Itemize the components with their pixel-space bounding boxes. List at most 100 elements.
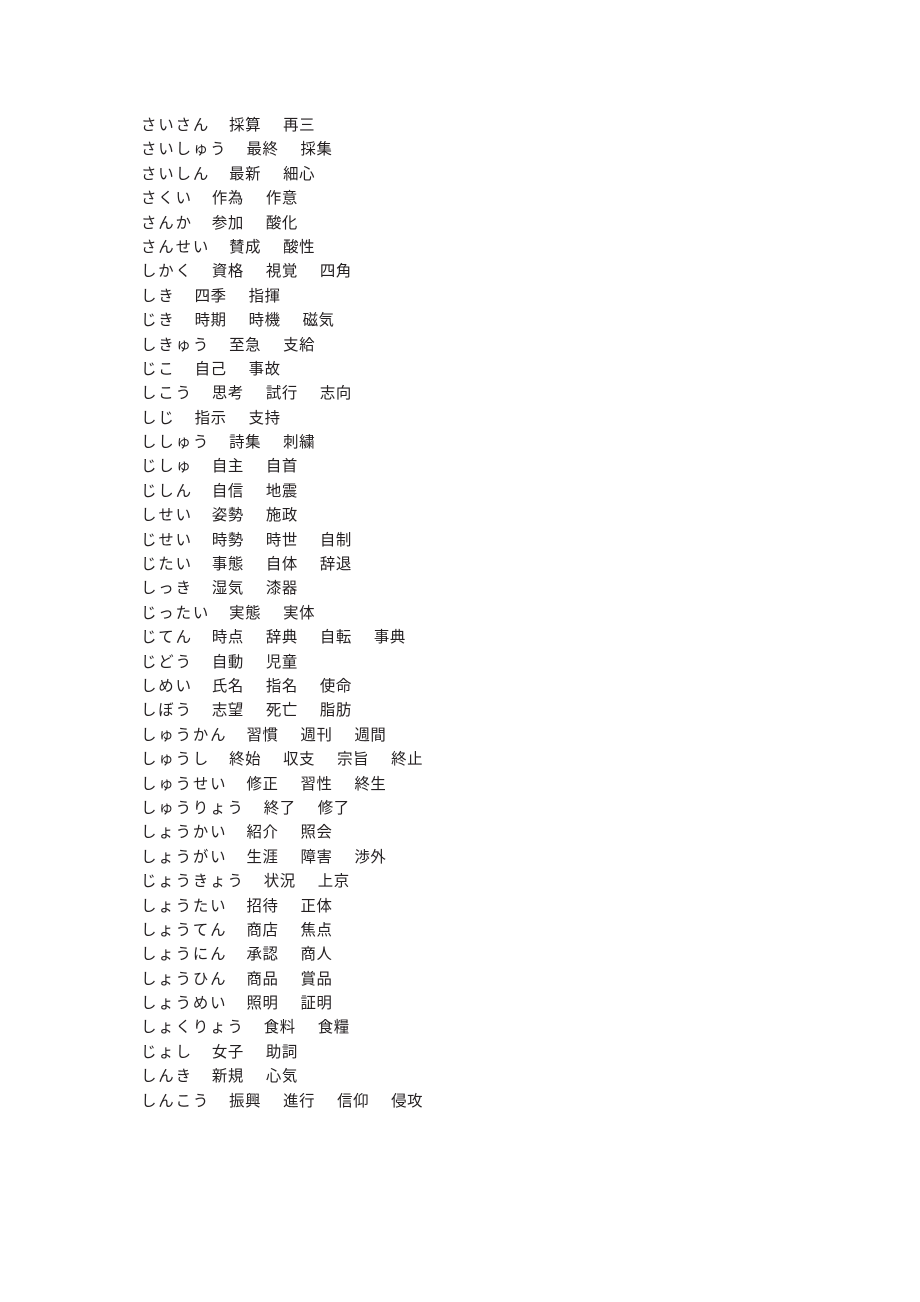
word-entry: しぼう 志望 死亡 脂肪	[141, 698, 841, 722]
entry-separator	[281, 308, 303, 332]
word-entry: しかく 資格 視覚 四角	[141, 259, 841, 283]
entry-term: 四角	[319, 262, 352, 281]
entry-separator	[193, 381, 212, 405]
entry-separator	[244, 259, 266, 283]
entry-term: 磁気	[302, 311, 335, 330]
entry-term: 賞品	[300, 969, 333, 988]
word-entry: じこ 自己 事故	[141, 357, 841, 381]
word-entry: さんか 参加 酸化	[141, 211, 841, 235]
entry-separator	[193, 259, 212, 283]
entry-term: 辞典	[265, 628, 298, 647]
entry-reading: さんせい	[141, 237, 211, 256]
entry-term: 細心	[283, 164, 316, 183]
entry-separator	[193, 479, 212, 503]
entry-term: 作意	[265, 189, 298, 208]
word-entry: じせい 時勢 時世 自制	[141, 528, 841, 552]
entry-term: 習慣	[246, 725, 279, 744]
word-entry: しせい 姿勢 施政	[141, 503, 841, 527]
entry-separator	[193, 528, 212, 552]
entry-separator	[244, 186, 266, 210]
entry-reading: しめい	[141, 676, 193, 695]
word-entry: しきゅう 至急 支給	[141, 333, 841, 357]
word-entry: しょうたい 招待 正体	[141, 894, 841, 918]
entry-term: 児童	[265, 652, 298, 671]
entry-separator	[261, 162, 283, 186]
entry-term: 収支	[283, 750, 316, 769]
entry-term: 週刊	[300, 725, 333, 744]
entry-term: 心気	[265, 1067, 298, 1086]
word-entry: しこう 思考 試行 志向	[141, 381, 841, 405]
entry-term: 自体	[265, 555, 298, 574]
entry-reading: しょうたい	[141, 896, 228, 915]
entry-separator	[193, 625, 212, 649]
entry-term: 支持	[248, 408, 281, 427]
word-entry: しゅうかん 習慣 週刊 週間	[141, 723, 841, 747]
entry-separator	[210, 333, 229, 357]
entry-reading: しょうひん	[141, 969, 228, 988]
entry-separator	[278, 820, 300, 844]
entry-term: 支給	[283, 335, 316, 354]
word-entry: しょうがい 生涯 障害 渉外	[141, 845, 841, 869]
entry-term: 時点	[211, 628, 244, 647]
word-entry: しょうめい 照明 証明	[141, 991, 841, 1015]
entry-term: 自信	[211, 481, 244, 500]
entry-separator	[261, 333, 283, 357]
word-entry: じどう 自動 児童	[141, 650, 841, 674]
entry-separator	[332, 845, 354, 869]
entry-term: 進行	[283, 1091, 316, 1110]
entry-separator	[210, 430, 229, 454]
entry-reading: じどう	[141, 652, 193, 671]
entry-reading: しゅうかん	[141, 725, 228, 744]
entry-separator	[261, 113, 283, 137]
entry-reading: さくい	[141, 189, 193, 208]
entry-separator	[278, 845, 300, 869]
entry-separator	[227, 845, 246, 869]
entry-separator	[298, 625, 320, 649]
entry-separator	[278, 942, 300, 966]
entry-reading: しょうかい	[141, 823, 228, 842]
entry-term: 照明	[246, 994, 279, 1013]
entry-term: 状況	[263, 872, 296, 891]
entry-term: 食糧	[317, 1018, 350, 1037]
entry-reading: さんか	[141, 213, 193, 232]
entry-separator	[227, 918, 246, 942]
entry-separator	[193, 650, 212, 674]
entry-term: 詩集	[229, 433, 262, 452]
document-page: さいさん 採算 再三 さいしゅう 最終 採集 さいしん 最新 細心 さくい 作為 作意…	[0, 0, 920, 1302]
entry-reading: しせい	[141, 506, 193, 525]
entry-separator	[244, 552, 266, 576]
entry-term: 使命	[319, 676, 352, 695]
entry-term: 試行	[265, 384, 298, 403]
entry-term: 招待	[246, 896, 279, 915]
word-entry: しょうにん 承認 商人	[141, 942, 841, 966]
entry-term: 資格	[211, 262, 244, 281]
word-entry: じょし 女子 助詞	[141, 1040, 841, 1064]
entry-reading: しょうがい	[141, 847, 228, 866]
entry-term: 指示	[194, 408, 227, 427]
entry-term: 指揮	[248, 286, 281, 305]
entry-separator	[176, 308, 195, 332]
entry-reading: しき	[141, 286, 176, 305]
entry-reading: じこ	[141, 359, 176, 378]
word-entry: しっき 湿気 漆器	[141, 576, 841, 600]
entry-separator	[227, 308, 249, 332]
entry-separator	[245, 796, 264, 820]
entry-term: 終了	[263, 798, 296, 817]
entry-separator	[298, 381, 320, 405]
entry-term: 習性	[300, 774, 333, 793]
entry-term: 自主	[211, 457, 244, 476]
entry-separator	[278, 723, 300, 747]
entry-term: 商品	[246, 969, 279, 988]
entry-term: 終生	[354, 774, 387, 793]
word-entry: さくい 作為 作意	[141, 186, 841, 210]
entry-separator	[193, 1040, 212, 1064]
entry-term: 生涯	[246, 847, 279, 866]
entry-separator	[193, 552, 212, 576]
entry-reading: じき	[141, 311, 176, 330]
entry-separator	[298, 528, 320, 552]
word-entry: しょうひん 商品 賞品	[141, 967, 841, 991]
entry-term: 実体	[283, 603, 316, 622]
word-entry: さいしん 最新 細心	[141, 162, 841, 186]
entry-term: 最新	[229, 164, 262, 183]
entry-term: 自己	[194, 359, 227, 378]
